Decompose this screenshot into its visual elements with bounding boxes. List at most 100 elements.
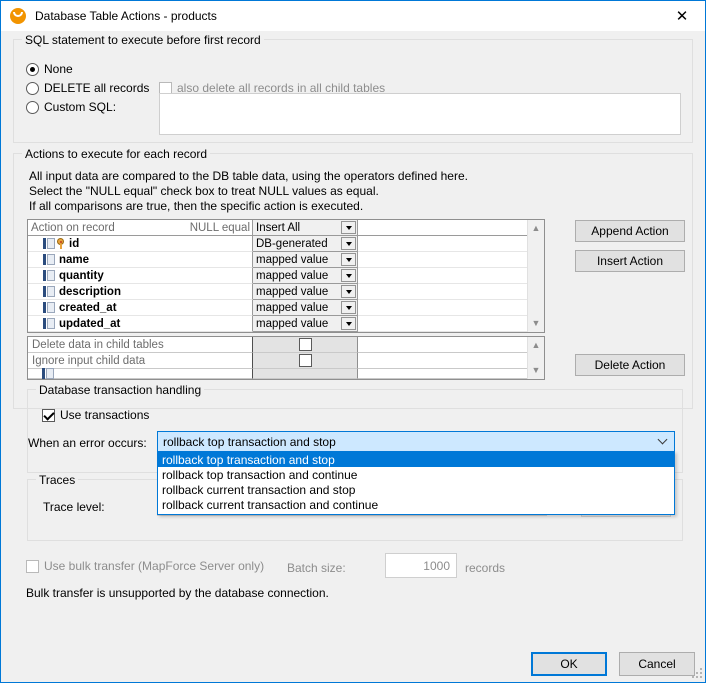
- append-action-button[interactable]: Append Action: [575, 220, 685, 242]
- use-transactions-checkbox-indicator: [42, 408, 55, 422]
- dropdown-option-rollback-top-stop[interactable]: rollback top transaction and stop: [158, 452, 674, 467]
- radio-none-label: None: [44, 62, 73, 76]
- table-row[interactable]: created_at mapped value: [28, 300, 544, 316]
- scroll-up-icon[interactable]: ▲: [528, 337, 544, 354]
- radio-delete-all-records-label: DELETE all records: [44, 81, 150, 95]
- column-icon: [43, 270, 55, 281]
- chevron-down-icon[interactable]: [341, 237, 356, 250]
- cancel-button-label: Cancel: [638, 657, 676, 671]
- actions-description-line-3: If all comparisons are true, then the sp…: [29, 199, 364, 213]
- actions-grid[interactable]: Action on record NULL equal Insert All i…: [27, 219, 545, 333]
- child-tables-grid[interactable]: Delete data in child tables Ignore input…: [27, 336, 545, 380]
- radio-delete-all-records-indicator: [26, 81, 39, 95]
- insert-action-button[interactable]: Insert Action: [575, 250, 685, 272]
- chevron-down-icon[interactable]: [341, 285, 356, 298]
- child-grid-row-filler: [358, 353, 544, 369]
- use-bulk-transfer-checkbox[interactable]: Use bulk transfer (MapForce Server only): [26, 559, 264, 573]
- delete-data-in-child-tables-checkbox[interactable]: [298, 338, 312, 351]
- window-title: Database Table Actions - products: [35, 9, 217, 23]
- table-row[interactable]: id DB-generated: [28, 236, 544, 252]
- dropdown-option-rollback-current-stop[interactable]: rollback current transaction and stop: [158, 482, 674, 497]
- column-icon: [43, 238, 55, 249]
- actions-grid-header-null-equal-label: NULL equal: [189, 221, 250, 234]
- field-name-label: quantity: [59, 269, 104, 282]
- child-grid-row-partial-filler: [358, 369, 544, 379]
- radio-none[interactable]: None: [26, 62, 73, 76]
- custom-sql-input[interactable]: [159, 93, 681, 135]
- chevron-down-icon[interactable]: [659, 439, 667, 447]
- column-icon: [43, 286, 55, 297]
- dropdown-option-rollback-top-continue[interactable]: rollback top transaction and continue: [158, 467, 674, 482]
- actions-grid-field-cell: updated_at: [28, 316, 253, 332]
- table-row[interactable]: quantity mapped value: [28, 268, 544, 284]
- actions-grid-field-cell: quantity: [28, 268, 253, 284]
- error-occurs-label: When an error occurs:: [28, 436, 147, 450]
- close-icon[interactable]: ✕: [659, 1, 705, 30]
- row-filler: [358, 236, 544, 252]
- field-name-label: updated_at: [59, 317, 121, 330]
- radio-custom-sql[interactable]: Custom SQL:: [26, 100, 116, 114]
- dropdown-option-rollback-current-continue[interactable]: rollback current transaction and continu…: [158, 497, 674, 512]
- table-row[interactable]: updated_at mapped value: [28, 316, 544, 332]
- chevron-down-icon[interactable]: [341, 221, 356, 234]
- trace-level-label: Trace level:: [43, 500, 105, 514]
- field-name-label: created_at: [59, 301, 117, 314]
- table-row[interactable]: name mapped value: [28, 252, 544, 268]
- child-grid-row[interactable]: Delete data in child tables: [28, 337, 544, 353]
- actions-grid-header-filler: [358, 220, 544, 236]
- chevron-down-icon[interactable]: [341, 301, 356, 314]
- field-mode-value: mapped value: [256, 317, 329, 330]
- field-mode-value: mapped value: [256, 269, 329, 282]
- child-grid-scrollbar[interactable]: ▲ ▼: [527, 337, 544, 379]
- chevron-down-icon[interactable]: [341, 269, 356, 282]
- field-mode-combo[interactable]: DB-generated: [253, 236, 358, 252]
- chevron-down-icon[interactable]: [341, 317, 356, 330]
- child-grid-row-checkbox-cell[interactable]: [253, 337, 358, 353]
- append-action-button-label: Append Action: [591, 224, 669, 238]
- child-grid-row[interactable]: Ignore input child data: [28, 353, 544, 369]
- use-bulk-transfer-checkbox-indicator: [26, 559, 39, 573]
- actions-description-line-2: Select the "NULL equal" check box to tre…: [29, 184, 379, 198]
- dialog-client-area: SQL statement to execute before first re…: [1, 31, 705, 682]
- delete-action-button[interactable]: Delete Action: [575, 354, 685, 376]
- records-label: records: [465, 561, 506, 575]
- batch-size-value: 1000: [423, 558, 450, 573]
- actions-grid-scrollbar[interactable]: ▲ ▼: [527, 220, 544, 332]
- database-table-actions-dialog: Database Table Actions - products ✕ SQL …: [0, 0, 706, 683]
- error-handling-dropdown-list[interactable]: rollback top transaction and stop rollba…: [157, 451, 675, 515]
- chevron-down-icon[interactable]: [341, 253, 356, 266]
- actions-grid-header-action-label: Action on record: [31, 221, 115, 234]
- transaction-group-legend: Database transaction handling: [36, 383, 205, 397]
- use-transactions-label: Use transactions: [60, 408, 150, 422]
- field-mode-combo[interactable]: mapped value: [253, 252, 358, 268]
- child-grid-row-checkbox-cell[interactable]: [253, 353, 358, 369]
- field-mode-value: mapped value: [256, 285, 329, 298]
- actions-grid-header-mode-combo[interactable]: Insert All: [253, 220, 358, 236]
- field-mode-combo[interactable]: mapped value: [253, 284, 358, 300]
- table-row[interactable]: description mapped value: [28, 284, 544, 300]
- scroll-down-icon[interactable]: ▼: [528, 362, 544, 379]
- cancel-button[interactable]: Cancel: [619, 652, 695, 676]
- column-icon: [43, 302, 55, 313]
- use-transactions-checkbox[interactable]: Use transactions: [42, 408, 149, 422]
- actions-grid-field-cell: created_at: [28, 300, 253, 316]
- radio-delete-all-records[interactable]: DELETE all records: [26, 81, 149, 95]
- field-mode-combo[interactable]: mapped value: [253, 268, 358, 284]
- field-name-label: id: [69, 237, 80, 250]
- insert-action-button-label: Insert Action: [596, 254, 664, 268]
- error-handling-combo[interactable]: rollback top transaction and stop: [157, 431, 675, 452]
- batch-size-label: Batch size:: [287, 561, 346, 575]
- batch-size-input[interactable]: 1000: [385, 553, 457, 578]
- scroll-down-icon[interactable]: ▼: [528, 315, 544, 332]
- actions-grid-field-cell: name: [28, 252, 253, 268]
- ok-button[interactable]: OK: [531, 652, 607, 676]
- radio-none-indicator: [26, 62, 39, 76]
- actions-grid-header-mode-value: Insert All: [256, 221, 301, 234]
- row-filler: [358, 300, 544, 316]
- altova-app-icon: [10, 8, 26, 24]
- field-mode-combo[interactable]: mapped value: [253, 316, 358, 332]
- resize-grip[interactable]: [691, 668, 703, 680]
- scroll-up-icon[interactable]: ▲: [528, 220, 544, 237]
- field-mode-combo[interactable]: mapped value: [253, 300, 358, 316]
- ignore-input-child-data-checkbox[interactable]: [298, 354, 312, 367]
